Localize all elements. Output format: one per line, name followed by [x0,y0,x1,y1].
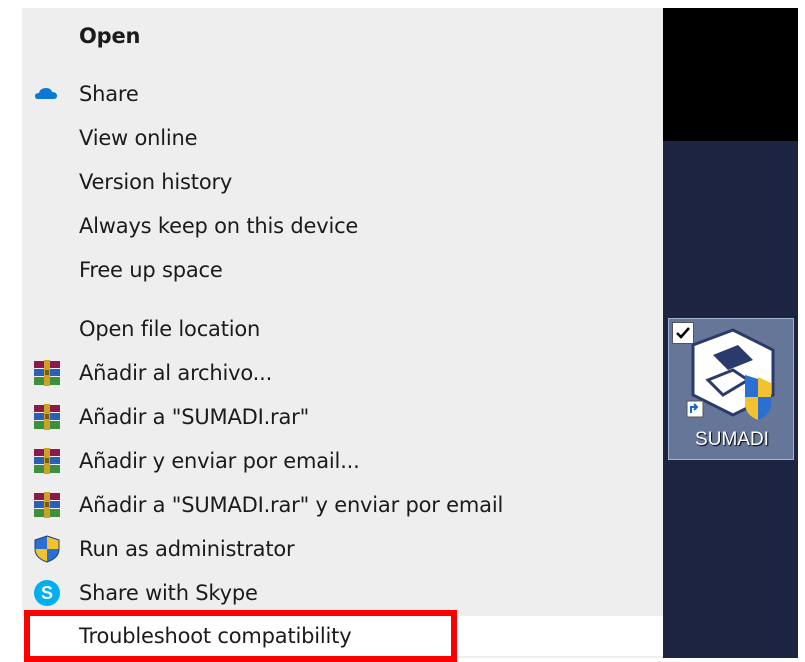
sumadi-app-icon [683,325,783,421]
uac-shield-icon [32,534,62,564]
menu-item-label: Añadir al archivo... [79,361,273,385]
menu-item-open-file-location[interactable]: Open file location [22,309,663,349]
winrar-icon [32,402,62,432]
skype-icon: S [32,578,62,608]
menu-item-label: Share [79,82,139,106]
menu-item-label: Añadir y enviar por email... [79,449,360,473]
menu-item-label: Version history [79,170,233,194]
menu-item-anadir-rar-y-enviar[interactable]: Añadir a "SUMADI.rar" y enviar por email [22,485,663,525]
menu-item-label: Open [79,24,141,48]
menu-item-run-as-administrator[interactable]: Run as administrator [22,529,663,569]
menu-item-anadir-al-archivo[interactable]: Añadir al archivo... [22,353,663,393]
menu-item-label: Run as administrator [79,537,295,561]
winrar-icon [32,446,62,476]
menu-item-version-history[interactable]: Version history [22,162,663,202]
menu-item-open[interactable]: Open [22,16,663,56]
desktop-dark-area [663,8,798,141]
svg-text:S: S [41,583,53,603]
menu-item-free-up-space[interactable]: Free up space [22,250,663,290]
winrar-icon [32,358,62,388]
highlight-annotation-box [24,610,457,662]
menu-item-anadir-a-rar[interactable]: Añadir a "SUMADI.rar" [22,397,663,437]
left-margin [0,0,22,658]
desktop-background: SUMADI [663,8,798,658]
context-menu: Open Share View online Version history A… [22,8,663,658]
menu-item-label: Añadir a "SUMADI.rar" y enviar por email [79,493,504,517]
desktop-shortcut-label: SUMADI [695,429,769,450]
menu-item-label: Share with Skype [79,581,258,605]
menu-item-label: Always keep on this device [79,214,359,238]
menu-item-share[interactable]: Share [22,74,663,114]
onedrive-cloud-icon [32,79,62,109]
right-margin [798,0,805,658]
menu-item-label: Free up space [79,258,223,282]
menu-item-label: Añadir a "SUMADI.rar" [79,405,310,429]
menu-item-view-online[interactable]: View online [22,118,663,158]
menu-item-label: Open file location [79,317,261,341]
menu-item-anadir-y-enviar[interactable]: Añadir y enviar por email... [22,441,663,481]
top-margin [0,0,805,8]
winrar-icon [32,490,62,520]
menu-item-share-with-skype[interactable]: S Share with Skype [22,573,663,613]
desktop-shortcut-sumadi[interactable]: SUMADI [668,318,794,460]
menu-item-label: View online [79,126,198,150]
menu-item-always-keep[interactable]: Always keep on this device [22,206,663,246]
